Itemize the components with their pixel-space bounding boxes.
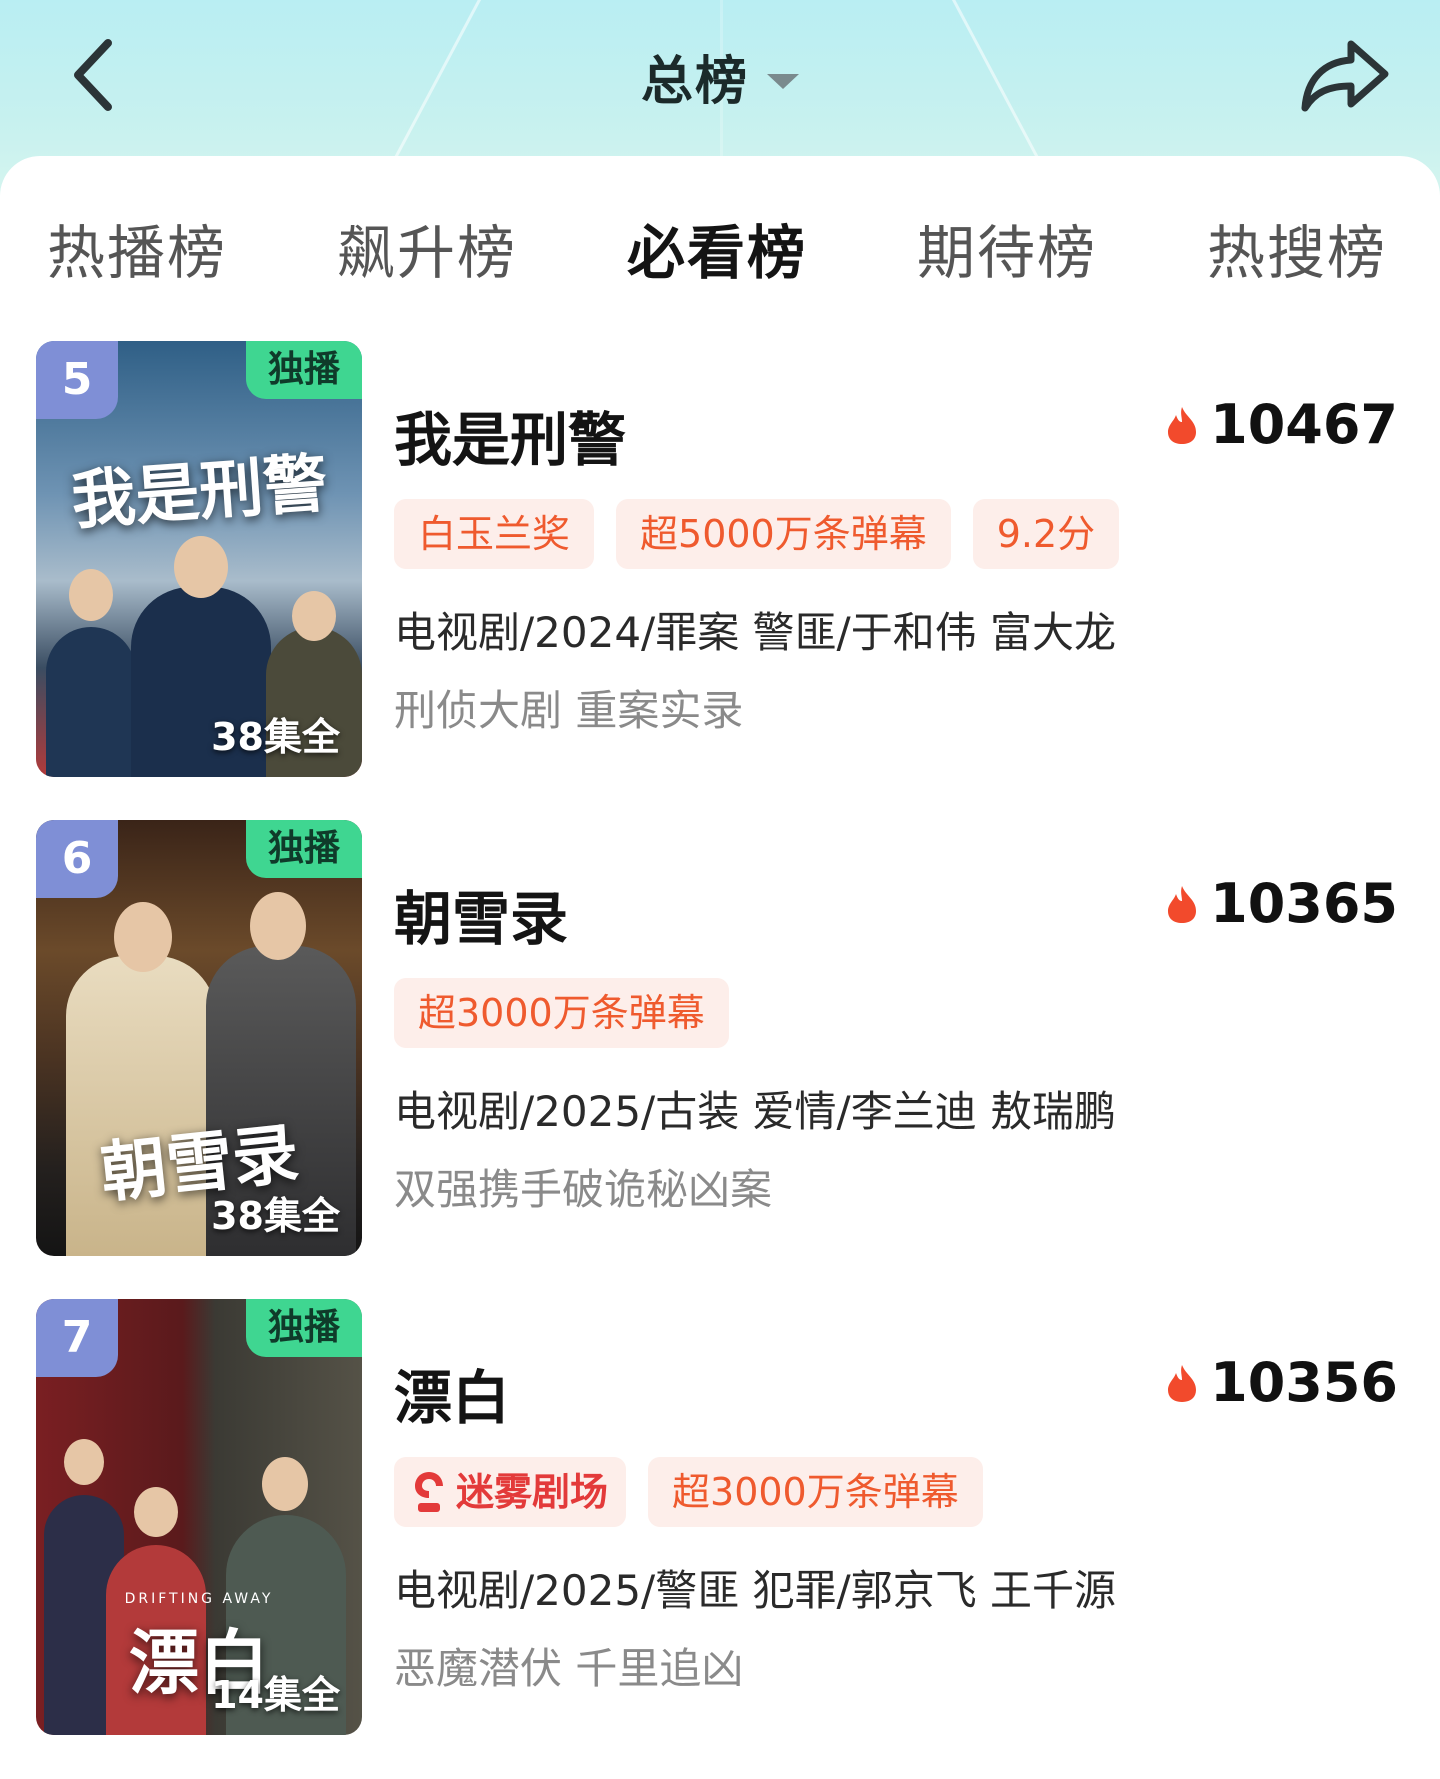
exclusive-badge: 独播 — [246, 341, 362, 399]
poster-figure — [46, 627, 136, 777]
show-description: 刑侦大剧 重案实录 — [394, 686, 744, 735]
list-item[interactable]: 朝雪录 6 独播 38集全 朝雪录 10365 超3000万条弹幕 电视剧/20… — [0, 820, 1440, 1260]
heat-score: 10356 — [1166, 1351, 1398, 1414]
poster-figure-head — [292, 591, 336, 641]
list-item[interactable]: DRIFTING AWAY 漂白 7 独播 14集全 漂白 10356 迷雾剧场… — [0, 1299, 1440, 1739]
poster-figure-head — [134, 1487, 178, 1537]
rank-badge: 7 — [36, 1299, 118, 1377]
tag-theater: 迷雾剧场 — [394, 1457, 627, 1527]
poster-figure-head — [114, 902, 172, 972]
show-meta: 电视剧/2025/古装 爱情/李兰迪 敖瑞鹏 — [394, 1087, 1117, 1136]
rank-badge: 5 — [36, 341, 118, 419]
tab-label: 热播榜 — [46, 219, 227, 287]
poster-figure-head — [262, 1457, 308, 1511]
ranking-panel: 热播榜 飙升榜 必看榜 期待榜 热搜榜 我是刑警 5 独播 38集全 我是刑警 — [0, 156, 1440, 1779]
tag-danmaku: 超3000万条弹幕 — [648, 1457, 983, 1527]
caret-down-icon[interactable] — [767, 73, 799, 89]
heat-score: 10365 — [1166, 872, 1398, 935]
show-title: 我是刑警 — [394, 406, 627, 474]
rank-badge: 6 — [36, 820, 118, 898]
tag-list: 白玉兰奖 超5000万条弹幕 9.2分 — [394, 499, 1120, 569]
tab-anticipated[interactable]: 期待榜 — [897, 206, 1117, 290]
poster[interactable]: DRIFTING AWAY 漂白 7 独播 14集全 — [36, 1299, 362, 1735]
show-description: 双强携手破诡秘凶案 — [394, 1165, 773, 1214]
tab-rising[interactable]: 飙升榜 — [317, 206, 537, 290]
episode-count: 38集全 — [211, 1194, 340, 1238]
list-item[interactable]: 我是刑警 5 独播 38集全 我是刑警 10467 白玉兰奖 超5000万条弹幕… — [0, 341, 1440, 781]
show-title: 漂白 — [394, 1364, 511, 1432]
heat-value: 10467 — [1210, 393, 1398, 456]
tab-label: 必看榜 — [626, 219, 807, 287]
flame-icon — [1168, 406, 1197, 444]
poster[interactable]: 我是刑警 5 独播 38集全 — [36, 341, 362, 777]
episode-count: 38集全 — [211, 715, 340, 759]
heat-score: 10467 — [1166, 393, 1398, 456]
tag-award: 白玉兰奖 — [394, 499, 595, 569]
tab-label: 热搜榜 — [1206, 219, 1387, 287]
poster-subtitle: DRIFTING AWAY — [124, 1591, 274, 1607]
share-button[interactable] — [1290, 28, 1400, 124]
show-meta: 电视剧/2025/警匪 犯罪/郭京飞 王千源 — [394, 1566, 1117, 1615]
tag-theater-label: 迷雾剧场 — [456, 1470, 609, 1514]
heat-value: 10365 — [1210, 872, 1398, 935]
tag-list: 迷雾剧场 超3000万条弹幕 — [394, 1457, 983, 1527]
tab-hot-search[interactable]: 热搜榜 — [1187, 206, 1407, 290]
show-description: 恶魔潜伏 千里追凶 — [394, 1644, 744, 1693]
poster-figure-head — [250, 892, 306, 960]
episode-count: 14集全 — [211, 1673, 340, 1717]
tag-list: 超3000万条弹幕 — [394, 978, 729, 1048]
tag-danmaku: 超3000万条弹幕 — [394, 978, 729, 1048]
tag-rating: 9.2分 — [972, 499, 1120, 569]
mist-theater-logo-icon — [415, 1472, 443, 1512]
show-title: 朝雪录 — [394, 885, 569, 953]
poster[interactable]: 朝雪录 6 独播 38集全 — [36, 820, 362, 1256]
flame-icon — [1168, 885, 1197, 923]
share-icon — [1301, 40, 1389, 112]
tab-bar: 热播榜 飙升榜 必看榜 期待榜 热搜榜 — [0, 206, 1440, 316]
heat-value: 10356 — [1210, 1351, 1398, 1414]
title-dropdown[interactable]: 总榜 — [0, 36, 1440, 116]
exclusive-badge: 独播 — [246, 1299, 362, 1357]
tab-label: 期待榜 — [916, 219, 1097, 287]
show-meta: 电视剧/2024/罪案 警匪/于和伟 富大龙 — [394, 608, 1117, 657]
tag-danmaku: 超5000万条弹幕 — [616, 499, 951, 569]
tab-label: 飙升榜 — [336, 219, 517, 287]
tab-must-watch[interactable]: 必看榜 — [607, 206, 827, 290]
poster-figure-head — [64, 1439, 104, 1485]
poster-figure-head — [69, 569, 113, 621]
flame-icon — [1168, 1364, 1197, 1402]
page-title: 总榜 — [640, 51, 749, 112]
poster-figure-head — [174, 536, 228, 598]
exclusive-badge: 独播 — [246, 820, 362, 878]
tab-hot-playing[interactable]: 热播榜 — [27, 206, 247, 290]
